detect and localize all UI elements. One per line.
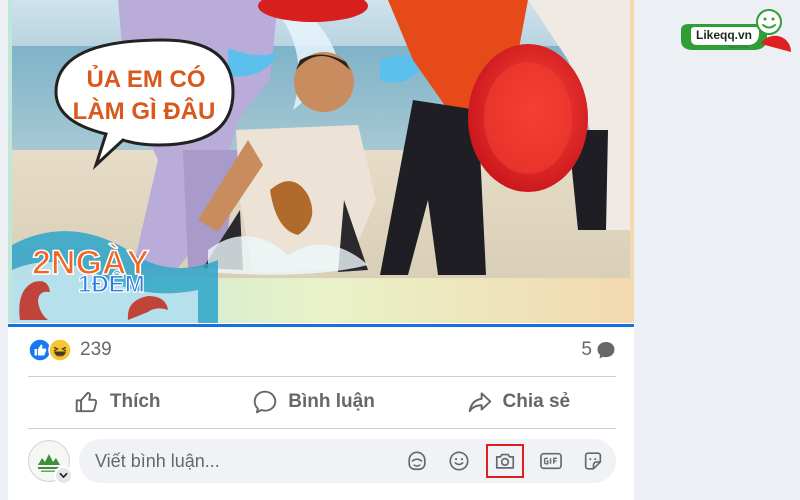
comment-input[interactable]: [93, 449, 402, 473]
reactions-summary: 239 5: [28, 336, 616, 364]
sticker-button[interactable]: [578, 446, 608, 476]
share-icon: [468, 392, 491, 413]
watermark-tagline: Since 2016: [728, 44, 749, 49]
camera-icon: [495, 453, 515, 469]
avatar[interactable]: [28, 440, 73, 485]
comment-button-label: Bình luận: [288, 391, 375, 412]
reaction-icons[interactable]: 239: [28, 338, 112, 362]
speech-bubble-line2: LÀM GÌ ĐÂU: [73, 97, 216, 125]
like-button[interactable]: Thích: [62, 383, 173, 421]
image-progress-line: [8, 324, 634, 327]
avatar-sticker-button[interactable]: [402, 446, 432, 476]
camera-button[interactable]: [486, 444, 524, 478]
comment-count[interactable]: 5: [581, 339, 616, 361]
avatar-chevron-button[interactable]: [54, 466, 73, 485]
speech-bubble-line1: ỦA EM CÓ: [86, 64, 205, 93]
thumbs-up-icon: [75, 391, 97, 413]
comment-tool-icons: [402, 444, 608, 478]
sticker-icon: [584, 452, 602, 470]
show-logo-line2: 1ĐÊM: [78, 270, 145, 298]
comment-count-value: 5: [581, 339, 592, 360]
post-card: ỦA EM CÓ LÀM GÌ ĐÂU 2NGÀY 1ĐÊM 239 5 Thí…: [8, 0, 634, 500]
share-button-label: Chia sẻ: [502, 391, 571, 412]
comment-input-box: [79, 439, 616, 483]
watermark-logo: Likeqq.vn Since 2016: [675, 8, 795, 70]
chevron-down-icon: [59, 472, 68, 478]
divider-top: [28, 376, 616, 377]
post-image[interactable]: ỦA EM CÓ LÀM GÌ ĐÂU 2NGÀY 1ĐÊM: [8, 0, 634, 323]
like-button-label: Thích: [109, 391, 161, 412]
post-actions: Thích Bình luận Chia sẻ: [28, 380, 616, 424]
post-photo: ỦA EM CÓ LÀM GÌ ĐÂU 2NGÀY 1ĐÊM: [8, 0, 634, 323]
share-button[interactable]: Chia sẻ: [455, 383, 583, 421]
likeqq-logo: Likeqq.vn Since 2016: [681, 9, 792, 52]
comment-icon: [253, 390, 277, 414]
comment-button[interactable]: Bình luận: [240, 383, 387, 421]
gif-icon: [540, 452, 562, 470]
reaction-count: 239: [80, 339, 112, 360]
comment-bubble-icon: [597, 342, 615, 359]
emoji-button[interactable]: [444, 446, 474, 476]
comment-composer: [28, 438, 616, 485]
emoji-icon: [449, 451, 469, 471]
haha-icon: [48, 338, 72, 362]
divider-bottom: [28, 428, 616, 429]
avatar-sticker-icon: [408, 451, 426, 471]
gif-button[interactable]: [536, 446, 566, 476]
watermark-brand: Likeqq.vn: [696, 28, 752, 42]
